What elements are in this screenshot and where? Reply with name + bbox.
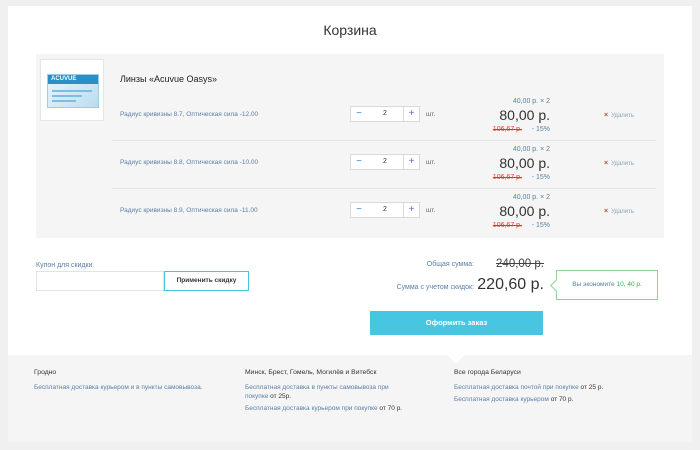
increase-button[interactable]: + <box>403 203 419 217</box>
item-total: 80,00 р. <box>499 107 550 123</box>
old-price: 106,67 р. <box>492 174 522 181</box>
delivery-city: Гродно <box>34 369 57 376</box>
delivery-column: Гродно Бесплатная доставка курьером и в … <box>34 369 234 395</box>
product-name[interactable]: Линзы «Acuvue Oasys» <box>120 74 217 84</box>
delivery-line: Бесплатная доставка курьером при покупке… <box>245 405 403 412</box>
discount-badge: - 15% <box>531 174 550 181</box>
divider <box>112 140 656 141</box>
delivery-line: Бесплатная доставка курьером от 70 р. <box>454 396 574 403</box>
saving-tooltip: Вы экономите 10, 40 р. <box>556 270 658 300</box>
unit-price: 40,00 р. × 2 <box>512 98 550 105</box>
quantity-value[interactable]: 2 <box>371 203 399 217</box>
quantity-value[interactable]: 2 <box>371 155 399 169</box>
quantity-value[interactable]: 2 <box>371 107 399 121</box>
close-icon: × <box>604 112 609 119</box>
delivery-line: Бесплатная доставка в пункты самовывоза … <box>245 384 389 400</box>
decrease-button[interactable]: − <box>351 155 367 169</box>
page-title: Корзина <box>323 22 377 38</box>
unit-label: шт. <box>426 111 436 118</box>
total-label: Общая сумма: <box>426 261 474 268</box>
discount-badge: - 15% <box>531 222 550 229</box>
remove-button[interactable]: × Удалить <box>604 208 634 215</box>
item-total: 80,00 р. <box>499 203 550 219</box>
item-params: Радиус кривизны 8.7, Оптическая сила -12… <box>120 111 259 118</box>
increase-button[interactable]: + <box>403 107 419 121</box>
decrease-button[interactable]: − <box>351 203 367 217</box>
delivery-line: Бесплатная доставка курьером и в пункты … <box>34 384 203 391</box>
remove-button[interactable]: × Удалить <box>604 160 634 167</box>
close-icon: × <box>604 208 609 215</box>
discount-badge: - 15% <box>531 126 550 133</box>
coupon-label: Купон для скидки <box>36 262 93 269</box>
unit-label: шт. <box>426 207 436 214</box>
item-params: Радиус кривизны 8.9, Оптическая сила -11… <box>120 207 258 214</box>
cart-card: Корзина ACUVUE Линзы «Acuvue Oasys» Ради… <box>8 6 692 442</box>
delivery-city: Все города Беларуси <box>454 369 521 376</box>
old-price: 106,67 р. <box>492 126 522 133</box>
decrease-button[interactable]: − <box>351 107 367 121</box>
product-image[interactable]: ACUVUE <box>40 59 104 121</box>
delivery-line: Бесплатная доставка почтой при покупке о… <box>454 384 604 391</box>
coupon-input[interactable] <box>36 271 164 291</box>
close-icon: × <box>604 160 609 167</box>
divider <box>112 188 656 189</box>
discounted-total-label: Сумма с учетом скидок: <box>396 284 474 291</box>
checkout-button[interactable]: Оформить заказ <box>370 311 543 335</box>
quantity-stepper: − 2 + <box>350 106 420 122</box>
discounted-total: 220,60 р. <box>477 276 544 293</box>
delivery-info: Гродно Бесплатная доставка курьером и в … <box>8 355 692 442</box>
unit-price: 40,00 р. × 2 <box>512 194 550 201</box>
apply-coupon-button[interactable]: Применить скидку <box>164 271 249 291</box>
total-old: 240,00 р. <box>496 258 544 270</box>
saving-amount: 10, 40 р. <box>616 281 642 288</box>
delivery-column: Минск, Брест, Гомель, Могилёв и Витебск … <box>245 369 405 416</box>
item-params: Радиус кривизны 8.8, Оптическая сила -10… <box>120 159 259 166</box>
quantity-stepper: − 2 + <box>350 154 420 170</box>
cart-items: ACUVUE Линзы «Acuvue Oasys» Радиус криви… <box>36 54 664 238</box>
item-total: 80,00 р. <box>499 155 550 171</box>
increase-button[interactable]: + <box>403 155 419 169</box>
lens-box-icon: ACUVUE <box>47 74 99 108</box>
delivery-column: Все города Беларуси Бесплатная доставка … <box>454 369 654 407</box>
unit-label: шт. <box>426 159 436 166</box>
delivery-city: Минск, Брест, Гомель, Могилёв и Витебск <box>245 369 377 376</box>
old-price: 106,67 р. <box>492 222 522 229</box>
quantity-stepper: − 2 + <box>350 202 420 218</box>
unit-price: 40,00 р. × 2 <box>512 146 550 153</box>
remove-button[interactable]: × Удалить <box>604 112 634 119</box>
